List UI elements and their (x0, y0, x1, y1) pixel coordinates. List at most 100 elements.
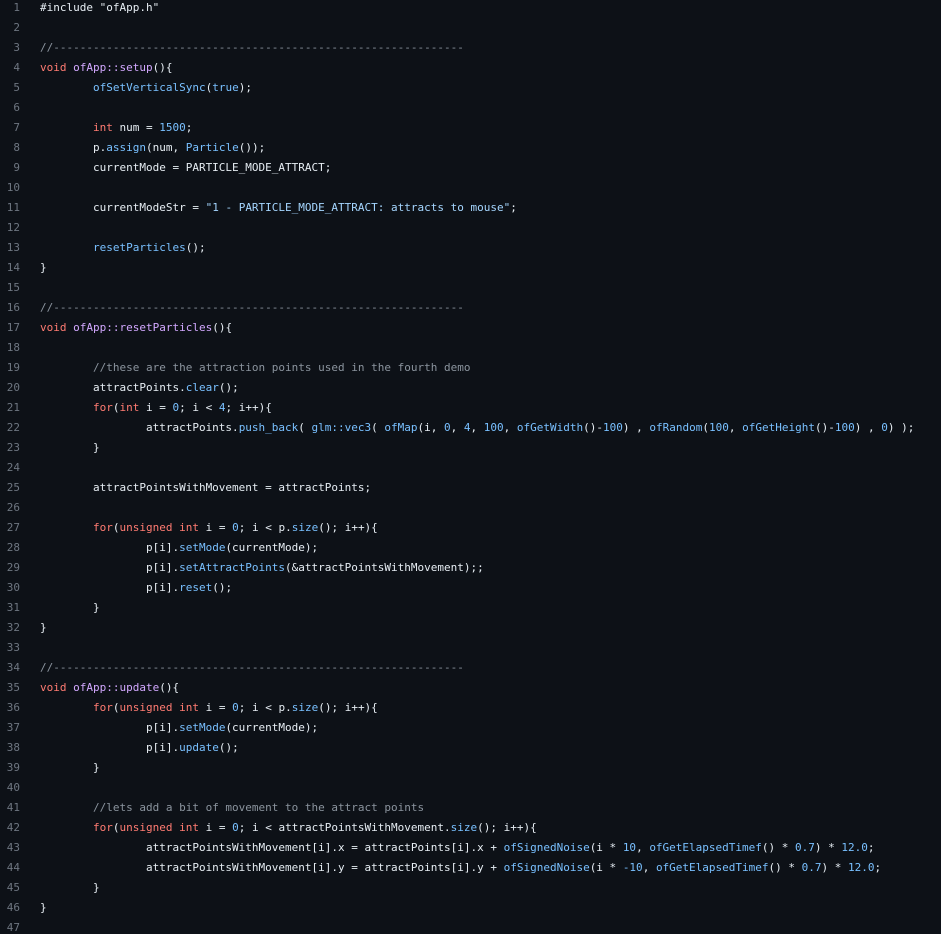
code-text: int num = 1500; (40, 121, 192, 134)
code-text: } (40, 621, 47, 634)
code-token: ; (874, 860, 882, 874)
code-token: (currentMode); (225, 540, 319, 554)
code-line: 39 } (0, 757, 941, 777)
code-token: setMode (179, 720, 226, 734)
code-line: 2 (0, 17, 941, 37)
code-token: p[i]. (40, 580, 180, 594)
line-number: 6 (13, 100, 20, 114)
code-token: 1500 (159, 120, 186, 134)
code-text: } (40, 441, 100, 454)
line-number: 20 (6, 380, 20, 394)
code-text: //lets add a bit of movement to the attr… (40, 801, 424, 814)
code-token: attractPointsWithMovement = attractPoint… (40, 480, 372, 494)
code-line: 30 p[i].reset(); (0, 577, 941, 597)
line-number: 4 (13, 60, 20, 74)
code-text: //--------------------------------------… (40, 301, 464, 314)
line-number: 27 (6, 520, 20, 534)
code-token: void (40, 680, 74, 694)
code-token: size (450, 820, 478, 834)
code-text: resetParticles(); (40, 241, 206, 254)
code-token: glm::vec3 (311, 420, 372, 434)
code-token: ) * (814, 840, 842, 854)
code-text: attractPointsWithMovement[i].y = attract… (40, 861, 881, 874)
line-number: 37 (6, 720, 20, 734)
line-number: 2 (13, 20, 20, 34)
code-token: ofMap (384, 420, 418, 434)
code-token: } (40, 760, 100, 774)
code-token: , (450, 420, 464, 434)
code-token: } (40, 260, 47, 274)
line-number: 3 (13, 40, 20, 54)
code-line: 10 (0, 177, 941, 197)
code-text: p.assign(num, Particle()); (40, 141, 265, 154)
code-token: ; i < p. (238, 520, 292, 534)
code-token: unsigned int (119, 520, 199, 534)
code-token: ofApp:: (73, 680, 120, 694)
code-token: 0.7 (795, 840, 815, 854)
code-text: } (40, 901, 47, 914)
code-token: ( (298, 420, 312, 434)
code-line: 23 } (0, 437, 941, 457)
code-token: (){ (159, 680, 180, 694)
code-line: 28 p[i].setMode(currentMode); (0, 537, 941, 557)
code-token: for (92, 700, 113, 714)
code-token: ofGetWidth (516, 420, 584, 434)
line-number: 29 (6, 560, 20, 574)
code-line: 32} (0, 617, 941, 637)
code-line: 7 int num = 1500; (0, 117, 941, 137)
code-line: 22 attractPoints.push_back( glm::vec3( o… (0, 417, 941, 437)
code-line: 9 currentMode = PARTICLE_MODE_ATTRACT; (0, 157, 941, 177)
code-line: 26 (0, 497, 941, 517)
code-line: 37 p[i].setMode(currentMode); (0, 717, 941, 737)
code-token: (&attractPointsWithMovement);; (285, 560, 484, 574)
code-line: 33 (0, 637, 941, 657)
code-line: 19 //these are the attraction points use… (0, 357, 941, 377)
line-number: 13 (6, 240, 20, 254)
code-token: } (40, 880, 100, 894)
code-token: ( (702, 420, 709, 434)
code-token: ( (371, 420, 385, 434)
code-token: , (636, 840, 650, 854)
code-text: } (40, 601, 100, 614)
code-text: for(unsigned int i = 0; i < attractPoint… (40, 821, 537, 834)
code-text: p[i].setMode(currentMode); (40, 541, 318, 554)
line-number: 16 (6, 300, 20, 314)
code-text: } (40, 881, 100, 894)
code-token: 4 (463, 420, 471, 434)
code-token: "1 - PARTICLE_MODE_ATTRACT: attracts to … (205, 200, 511, 214)
code-line: 24 (0, 457, 941, 477)
code-token: i = (198, 820, 233, 834)
code-token: ()- (583, 420, 604, 434)
code-text: ofSetVerticalSync(true); (40, 81, 252, 94)
code-line: 25 attractPointsWithMovement = attractPo… (0, 477, 941, 497)
code-token: num = (112, 120, 160, 134)
code-line: 42 for(unsigned int i = 0; i < attractPo… (0, 817, 941, 837)
code-token: (); (212, 580, 233, 594)
code-token: (i, (417, 420, 445, 434)
code-line: 47 (0, 917, 941, 934)
code-line: 18 (0, 337, 941, 357)
code-token: attractPointsWithMovement[i].y = attract… (40, 860, 504, 874)
code-token: size (291, 520, 319, 534)
code-line: 14} (0, 257, 941, 277)
code-token: , (503, 420, 517, 434)
line-number: 1 (13, 0, 20, 14)
code-line: 17 void ofApp::resetParticles(){ (0, 317, 941, 337)
line-number: 41 (6, 800, 20, 814)
code-line: 6 (0, 97, 941, 117)
code-token: for (92, 520, 113, 534)
line-number: 23 (6, 440, 20, 454)
line-number: 18 (6, 340, 20, 354)
code-token: assign (106, 140, 146, 154)
code-token: ofGetElapsedTimef (655, 860, 769, 874)
code-line: 12 (0, 217, 941, 237)
code-token: update (119, 680, 160, 694)
code-line: 45 } (0, 877, 941, 897)
line-number: 8 (13, 140, 20, 154)
code-token: setAttractPoints (179, 560, 286, 574)
code-token: p[i]. (40, 540, 180, 554)
